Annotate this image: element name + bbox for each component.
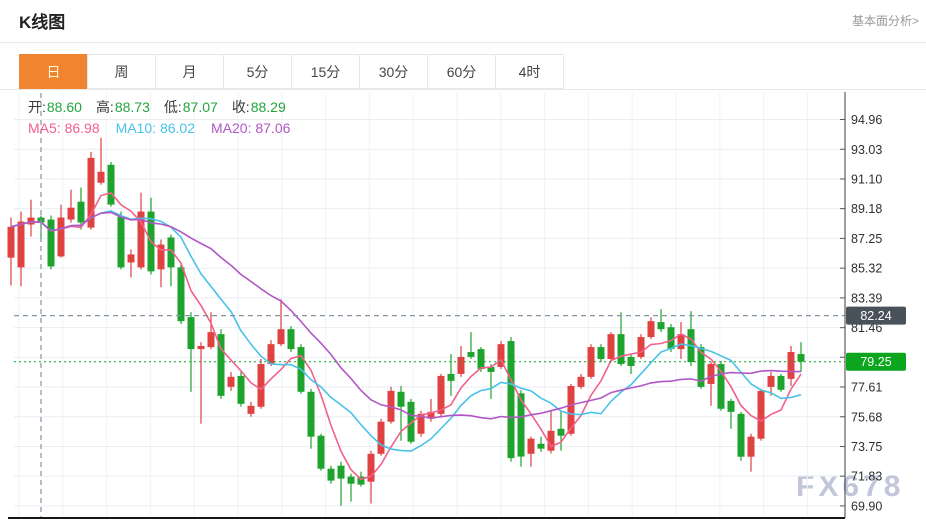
svg-text:94.96: 94.96 bbox=[851, 113, 882, 127]
ma-line-ma10 bbox=[11, 211, 801, 451]
svg-text:75.68: 75.68 bbox=[851, 410, 882, 424]
svg-text:93.03: 93.03 bbox=[851, 143, 882, 157]
tab-4hour[interactable]: 4时 bbox=[495, 54, 564, 89]
tab-60min[interactable]: 60分 bbox=[427, 54, 496, 89]
last-price-badge: 79.25 bbox=[846, 353, 906, 371]
grid-lines bbox=[14, 93, 845, 517]
ohlc-low: 低:87.07 bbox=[164, 98, 218, 116]
crosshair-price-badge: 82.24 bbox=[846, 307, 906, 325]
svg-text:69.90: 69.90 bbox=[851, 499, 882, 513]
svg-text:87.25: 87.25 bbox=[851, 232, 882, 246]
timeframe-tabbar: 日周月5分15分30分60分4时 bbox=[19, 54, 564, 89]
tab-15min[interactable]: 15分 bbox=[291, 54, 360, 89]
tab-5min[interactable]: 5分 bbox=[223, 54, 292, 89]
svg-text:82.24: 82.24 bbox=[860, 309, 891, 323]
ma10-readout: MA10: 86.02 bbox=[116, 119, 195, 137]
ma20-readout: MA20: 87.06 bbox=[211, 119, 290, 137]
svg-text:85.32: 85.32 bbox=[851, 262, 882, 276]
tab-30min[interactable]: 30分 bbox=[359, 54, 428, 89]
svg-text:89.18: 89.18 bbox=[851, 202, 882, 216]
tab-month[interactable]: 月 bbox=[155, 54, 224, 89]
ohlc-open: 开:88.60 bbox=[28, 98, 82, 116]
fundamental-analysis-link[interactable]: 基本面分析> bbox=[852, 12, 919, 29]
svg-text:73.75: 73.75 bbox=[851, 440, 882, 454]
svg-text:77.61: 77.61 bbox=[851, 381, 882, 395]
ohlc-high: 高:88.73 bbox=[96, 98, 150, 116]
kline-page: K线图 基本面分析> 日周月5分15分30分60分4时 FX678 94.969… bbox=[0, 0, 926, 521]
svg-text:91.10: 91.10 bbox=[851, 173, 882, 187]
ohlc-close: 收:88.29 bbox=[232, 98, 286, 116]
tab-week[interactable]: 周 bbox=[87, 54, 156, 89]
page-title: K线图 bbox=[19, 8, 65, 33]
price-readout: 开:88.60高:88.73低:87.07收:88.29 MA5: 86.98M… bbox=[28, 98, 290, 137]
crosshair bbox=[14, 93, 845, 517]
svg-text:71.83: 71.83 bbox=[851, 470, 882, 484]
ohlc-readout: 开:88.60 高:88.73 低:87.07 收:88.29 bbox=[28, 98, 290, 116]
svg-text:79.25: 79.25 bbox=[860, 355, 891, 369]
tab-day[interactable]: 日 bbox=[19, 54, 88, 89]
ma5-readout: MA5: 86.98 bbox=[28, 119, 100, 137]
svg-text:83.39: 83.39 bbox=[851, 291, 882, 305]
ma-readout: MA5: 86.98 MA10: 86.02 MA20: 87.06 bbox=[28, 119, 290, 137]
